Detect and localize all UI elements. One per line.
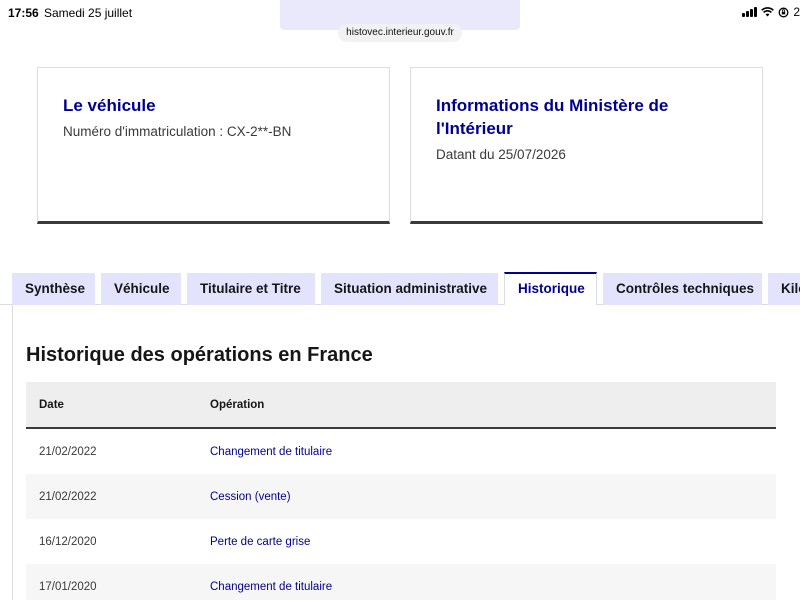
history-title: Historique des opérations en France	[26, 344, 373, 366]
row-operation: Changement de titulaire	[210, 446, 333, 458]
table-row: 16/12/2020 Perte de carte grise	[26, 519, 776, 564]
history-panel: Historique des opérations en France Date…	[12, 305, 800, 600]
column-header-operation: Opération	[210, 399, 265, 411]
column-header-date: Date	[39, 399, 64, 411]
ministry-card: Informations du Ministère de l'Intérieur…	[410, 67, 763, 224]
tab-titulaire[interactable]: Titulaire et Titre	[187, 273, 315, 305]
vehicle-card: Le véhicule Numéro d'immatriculation : C…	[37, 67, 390, 224]
cellular-signal-icon	[742, 7, 758, 17]
status-date: Samedi 25 juillet	[44, 6, 133, 20]
ministry-card-title: Informations du Ministère de l'Intérieur	[436, 96, 669, 138]
status-time: 17:56	[8, 6, 39, 20]
tab-historique[interactable]: Historique	[504, 272, 597, 306]
wifi-icon	[761, 7, 775, 17]
history-table: Date Opération 21/02/2022 Changement de …	[26, 382, 776, 600]
battery-percent: 2	[793, 5, 800, 19]
row-operation: Perte de carte grise	[210, 536, 311, 548]
status-indicators: 2	[742, 5, 800, 19]
ministry-date: Datant du 25/07/2026	[436, 147, 566, 162]
tab-synthese[interactable]: Synthèse	[12, 273, 95, 305]
url-bar[interactable]: histovec.interieur.gouv.fr	[338, 24, 462, 42]
row-date: 16/12/2020	[39, 536, 97, 548]
table-row: 21/02/2022 Cession (vente)	[26, 474, 776, 519]
rotation-lock-icon	[778, 7, 789, 17]
row-date: 21/02/2022	[39, 446, 97, 458]
row-operation: Cession (vente)	[210, 491, 291, 503]
vehicle-plate: Numéro d'immatriculation : CX-2**-BN	[63, 124, 292, 139]
row-date: 21/02/2022	[39, 491, 97, 503]
tab-bar: Synthèse Véhicule Titulaire et Titre Sit…	[0, 272, 800, 306]
tab-situation[interactable]: Situation administrative	[321, 273, 498, 305]
tab-vehicule[interactable]: Véhicule	[101, 273, 181, 305]
row-operation: Changement de titulaire	[210, 581, 333, 593]
tab-controles[interactable]: Contrôles techniques	[603, 273, 762, 305]
table-row: 21/02/2022 Changement de titulaire	[26, 429, 776, 474]
tab-kilometrage[interactable]: Kilométrage	[768, 273, 800, 305]
vehicle-card-title: Le véhicule	[63, 96, 156, 115]
row-date: 17/01/2020	[39, 581, 97, 593]
table-header: Date Opération	[26, 382, 776, 429]
table-row: 17/01/2020 Changement de titulaire	[26, 564, 776, 600]
